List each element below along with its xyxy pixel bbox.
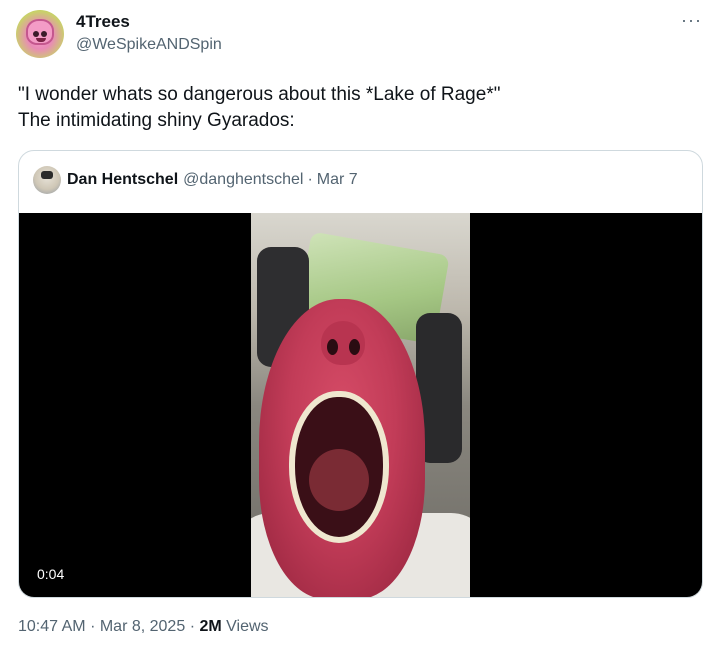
video-timestamp: 0:04 bbox=[31, 563, 71, 585]
post-time[interactable]: 10:47 AM bbox=[18, 618, 86, 635]
avatar-mouth bbox=[36, 38, 46, 42]
views-count[interactable]: 2M bbox=[199, 618, 221, 635]
tongue bbox=[309, 449, 369, 511]
avatar-face bbox=[26, 19, 54, 45]
more-options-icon[interactable]: ··· bbox=[681, 10, 702, 31]
quoted-tweet-card[interactable]: Dan Hentschel @danghentschel · Mar 7 0:0… bbox=[18, 150, 703, 598]
author-name[interactable]: 4Trees bbox=[76, 12, 130, 32]
post-date[interactable]: Mar 8, 2025 bbox=[100, 618, 185, 635]
tweet-footer: 10:47 AM · Mar 8, 2025 · 2M Views bbox=[18, 618, 269, 636]
meta-separator: · bbox=[189, 618, 196, 635]
video-frame bbox=[251, 213, 470, 597]
quoted-date[interactable]: Mar 7 bbox=[317, 171, 358, 189]
views-label: Views bbox=[226, 618, 269, 635]
quoted-author-avatar[interactable] bbox=[33, 166, 61, 194]
quoted-author-handle[interactable]: @danghentschel bbox=[183, 171, 303, 189]
nostril bbox=[327, 339, 338, 355]
author-avatar[interactable] bbox=[16, 10, 64, 58]
meta-separator: · bbox=[307, 171, 313, 188]
avatar-eye bbox=[41, 31, 47, 37]
quoted-tweet-header: Dan Hentschel @danghentschel · Mar 7 bbox=[33, 166, 358, 194]
avatar-eye bbox=[33, 31, 39, 37]
meta-separator: · bbox=[90, 618, 96, 635]
video-player[interactable]: 0:04 bbox=[19, 213, 702, 597]
author-handle[interactable]: @WeSpikeANDSpin bbox=[76, 36, 222, 54]
quoted-author-name[interactable]: Dan Hentschel bbox=[67, 171, 178, 189]
tweet-text: "I wonder whats so dangerous about this … bbox=[18, 84, 501, 131]
open-mouth bbox=[289, 391, 389, 543]
nostril bbox=[349, 339, 360, 355]
painted-face bbox=[259, 299, 425, 597]
